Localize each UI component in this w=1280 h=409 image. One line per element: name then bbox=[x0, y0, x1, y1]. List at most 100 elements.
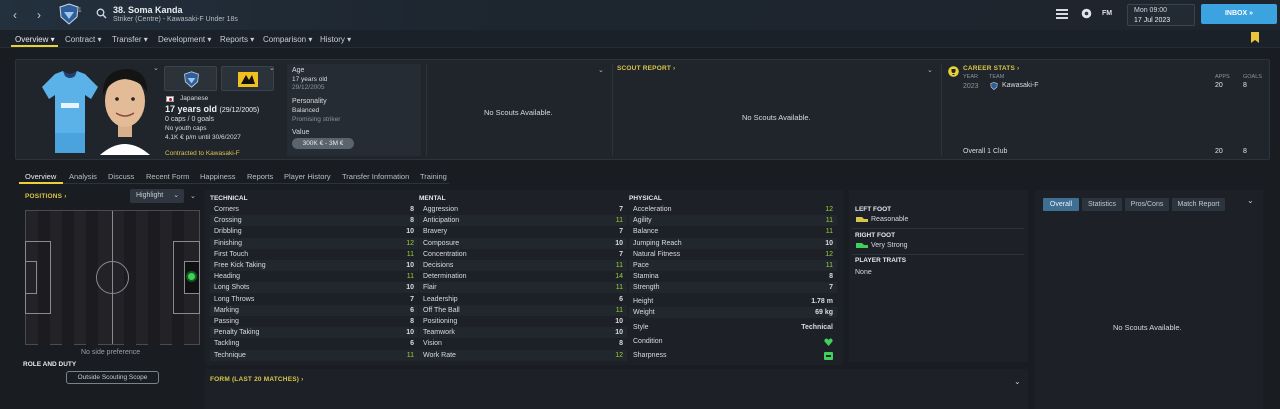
attribute-row: Stamina 8 bbox=[629, 271, 837, 282]
menu-history[interactable]: History ▾ bbox=[320, 35, 351, 44]
scout-report-chevron-icon[interactable]: ⌄ bbox=[927, 66, 933, 74]
attribute-value: 11 bbox=[825, 262, 833, 269]
tab-match-report[interactable]: Match Report bbox=[1172, 198, 1225, 211]
attribute-row: Marking 6 bbox=[210, 304, 418, 316]
attribute-row: Balance 11 bbox=[629, 226, 837, 237]
technical-title: TECHNICAL bbox=[210, 195, 248, 202]
fm-logo[interactable]: FM bbox=[1102, 10, 1112, 17]
attribute-value: 8 bbox=[410, 206, 414, 213]
tab-analysis[interactable]: Analysis bbox=[69, 172, 97, 181]
sort-arrows-icon[interactable]: ⇅ bbox=[76, 6, 82, 14]
inbox-button[interactable]: INBOX » bbox=[1201, 4, 1277, 24]
attribute-row: Natural Fitness 12 bbox=[629, 249, 837, 260]
striker-position-marker[interactable] bbox=[186, 271, 197, 282]
right-foot-value: Very Strong bbox=[871, 242, 908, 249]
positions-options-chevron-icon[interactable]: ⌄ bbox=[190, 192, 196, 200]
attribute-name: Corners bbox=[214, 206, 239, 213]
career-team[interactable]: Kawasaki-F bbox=[1002, 82, 1039, 89]
tab-pros-cons[interactable]: Pros/Cons bbox=[1125, 198, 1169, 211]
tab-reports[interactable]: Reports bbox=[247, 172, 273, 181]
chevron-down-icon: ⌄ bbox=[173, 192, 180, 199]
form-link[interactable]: FORM (LAST 20 MATCHES) › bbox=[210, 376, 304, 383]
attribute-row: Agility 11 bbox=[629, 215, 837, 227]
team-crest-icon bbox=[990, 82, 998, 90]
form-options-chevron-icon[interactable]: ⌄ bbox=[1014, 377, 1021, 386]
attribute-name: Long Shots bbox=[214, 284, 250, 292]
badge-options-chevron-icon[interactable]: ⌄ bbox=[269, 64, 275, 72]
career-stats-link[interactable]: CAREER STATS › bbox=[963, 65, 1019, 72]
centre-circle bbox=[96, 261, 129, 294]
tab-player-history[interactable]: Player History bbox=[284, 172, 331, 181]
forward-arrow-icon[interactable]: › bbox=[37, 8, 41, 22]
no-scouts-text: No Scouts Available. bbox=[484, 108, 553, 117]
tab-discuss[interactable]: Discuss bbox=[108, 172, 134, 181]
attribute-value: 10 bbox=[615, 239, 623, 247]
left-foot-value: Reasonable bbox=[871, 216, 909, 223]
col-goals: GOALS bbox=[1243, 74, 1262, 80]
photo-options-chevron-icon[interactable]: ⌄ bbox=[153, 64, 159, 72]
scouts-options-chevron-icon[interactable]: ⌄ bbox=[598, 66, 604, 74]
attribute-name: Crossing bbox=[214, 217, 242, 225]
highlight-dropdown[interactable]: Highlight ⌄ bbox=[130, 189, 184, 203]
positions-link[interactable]: POSITIONS › bbox=[25, 193, 67, 200]
tab-recent-form[interactable]: Recent Form bbox=[146, 172, 189, 181]
pitch-stripe bbox=[148, 211, 160, 346]
style-row: Style Technical bbox=[633, 322, 833, 333]
report-panel bbox=[1035, 190, 1263, 409]
attribute-row: Off The Ball 11 bbox=[419, 304, 627, 316]
career-goals: 8 bbox=[1243, 82, 1247, 89]
attribute-row: Corners 8 bbox=[210, 204, 418, 215]
scout-report-link[interactable]: SCOUT REPORT › bbox=[617, 65, 675, 72]
attribute-row: Technique 11 bbox=[210, 349, 418, 361]
menu-development-label: Development bbox=[158, 35, 206, 44]
attribute-name: Decisions bbox=[423, 262, 454, 269]
menu-contract[interactable]: Contract ▾ bbox=[65, 35, 101, 44]
menu-reports[interactable]: Reports ▾ bbox=[220, 35, 254, 44]
tab-transfer-information[interactable]: Transfer Information bbox=[342, 172, 409, 181]
inbox-label: INBOX bbox=[1224, 10, 1248, 17]
search-player-icon[interactable] bbox=[96, 8, 107, 19]
player-name: 38. Soma Kanda bbox=[113, 5, 183, 15]
positions-label: POSITIONS bbox=[25, 193, 63, 200]
tab-overall[interactable]: Overall bbox=[1043, 198, 1079, 211]
tab-training[interactable]: Training bbox=[420, 172, 447, 181]
attribute-row: Acceleration 12 bbox=[629, 204, 837, 215]
ball-icon[interactable] bbox=[1081, 8, 1092, 19]
attribute-name: Technique bbox=[214, 351, 246, 359]
attribute-row: Flair 11 bbox=[419, 282, 627, 294]
highlight-label: Highlight bbox=[136, 192, 164, 199]
menu-icon[interactable] bbox=[1056, 9, 1068, 19]
attribute-name: Passing bbox=[214, 318, 239, 325]
attribute-value: 11 bbox=[825, 217, 833, 225]
date-display[interactable]: Mon 09:00 17 Jul 2023 bbox=[1127, 4, 1195, 26]
menu-overview[interactable]: Overview ▾ bbox=[15, 35, 55, 44]
menu-comparison[interactable]: Comparison ▾ bbox=[263, 35, 312, 44]
value-range-pill[interactable]: 300K € - 3M € bbox=[292, 138, 354, 149]
attribute-row: Determination 14 bbox=[419, 271, 627, 282]
menu-development[interactable]: Development ▾ bbox=[158, 35, 211, 44]
menu-transfer[interactable]: Transfer ▾ bbox=[112, 35, 148, 44]
attribute-row: Crossing 8 bbox=[210, 215, 418, 227]
attribute-row: Pace 11 bbox=[629, 260, 837, 271]
contracted-text[interactable]: Contracted to Kawasaki-F bbox=[165, 150, 240, 157]
overall-goals: 8 bbox=[1243, 148, 1247, 155]
dob-text: (29/12/2005) bbox=[219, 107, 260, 114]
league-badge-box[interactable] bbox=[221, 66, 274, 91]
height-value: 1.78 m bbox=[811, 298, 833, 305]
player-photo bbox=[100, 69, 150, 155]
height-label: Height bbox=[633, 298, 654, 305]
tab-happiness[interactable]: Happiness bbox=[200, 172, 235, 181]
left-foot-title: LEFT FOOT bbox=[855, 206, 892, 213]
attribute-value: 8 bbox=[619, 340, 623, 348]
tab-overview[interactable]: Overview bbox=[25, 172, 56, 181]
weight-value: 69 kg bbox=[815, 309, 833, 316]
report-options-chevron-icon[interactable]: ⌄ bbox=[1247, 196, 1254, 205]
tab-statistics[interactable]: Statistics bbox=[1082, 198, 1122, 211]
back-arrow-icon[interactable]: ‹ bbox=[13, 8, 17, 22]
bookmark-icon[interactable] bbox=[1251, 32, 1259, 43]
attribute-name: Tackling bbox=[214, 340, 240, 348]
outside-scouting-scope-button[interactable]: Outside Scouting Scope bbox=[66, 371, 159, 384]
club-badge-box[interactable] bbox=[164, 66, 217, 91]
sharpness-row: Sharpness bbox=[633, 350, 833, 361]
date-day: 17 Jul 2023 bbox=[1134, 17, 1171, 24]
